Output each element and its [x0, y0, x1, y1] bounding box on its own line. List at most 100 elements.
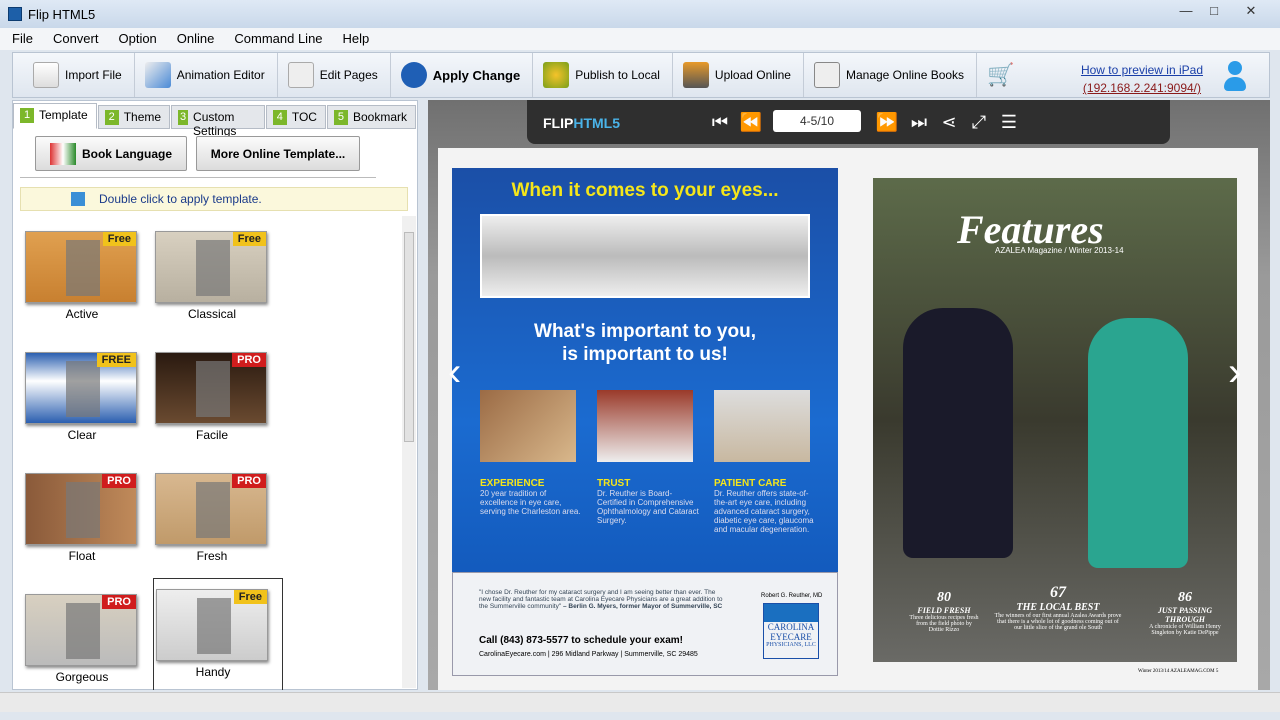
more-online-template-button[interactable]: More Online Template... — [196, 136, 360, 171]
template-fresh[interactable]: PRO Fresh — [153, 463, 283, 579]
template-badge: FREE — [96, 353, 136, 367]
close-button[interactable]: ✕ — [1232, 2, 1270, 20]
page-number-input[interactable]: 4-5/10 — [773, 110, 861, 132]
label: Edit Pages — [319, 68, 378, 82]
doctor-photo — [597, 390, 693, 462]
gears-icon — [543, 62, 570, 88]
template-name: Gorgeous — [55, 670, 109, 684]
upload-online-button[interactable]: Upload Online — [673, 53, 804, 97]
headline: When it comes to your eyes... — [511, 180, 779, 201]
template-thumbnail: PRO — [155, 473, 267, 545]
doctors-photo — [714, 390, 810, 462]
previous-page-icon[interactable]: ⏪ — [739, 112, 763, 133]
tab-theme[interactable]: 2 Theme — [97, 105, 171, 129]
template-thumbnail: PRO — [25, 594, 137, 666]
tab-number: 1 — [20, 108, 34, 123]
tab-template[interactable]: 1 Template — [13, 103, 97, 129]
cart-button[interactable]: 🛒 — [977, 53, 1025, 97]
menu-help[interactable]: Help — [331, 28, 378, 50]
template-gorgeous[interactable]: PRO Gorgeous — [23, 584, 153, 690]
menu-command-line[interactable]: Command Line — [222, 28, 330, 50]
template-badge: PRO — [102, 595, 136, 609]
maximize-button[interactable]: □ — [1200, 2, 1228, 20]
next-page-icon[interactable]: ⏩ — [875, 112, 899, 133]
tab-number: 3 — [178, 110, 189, 125]
template-badge: Free — [233, 590, 267, 604]
menu-convert[interactable]: Convert — [41, 28, 107, 50]
animation-editor-button[interactable]: Animation Editor — [135, 53, 278, 97]
tab-label: Custom Settings — [193, 110, 237, 138]
template-thumbnail: PRO — [155, 352, 267, 424]
info-icon — [71, 192, 85, 206]
previous-arrow-icon[interactable]: ‹ — [448, 350, 461, 395]
ipad-address[interactable]: (192.168.2.241:9094/) — [1081, 79, 1203, 97]
template-thumbnail: FREE — [25, 352, 137, 424]
import-file-button[interactable]: Import File — [13, 53, 135, 97]
ipad-link[interactable]: How to preview in iPad — [1081, 61, 1203, 79]
label: Apply Change — [432, 67, 521, 83]
toolbar: Import File Animation Editor Edit Pages … — [12, 52, 1270, 98]
menu-option[interactable]: Option — [106, 28, 164, 50]
building-photo — [480, 390, 576, 462]
user-icon[interactable] — [1223, 61, 1247, 91]
book-preview: FLIPHTML5 ⏮ ⏪ 4-5/10 ⏩ ⏭ ⋖ ⤢ ☰ When it c… — [428, 100, 1270, 690]
vertical-scrollbar[interactable] — [402, 216, 416, 688]
tab-toc[interactable]: 4 TOC — [265, 105, 326, 129]
tab-custom-settings[interactable]: 3 Custom Settings — [171, 105, 265, 138]
template-thumbnail: PRO — [25, 473, 137, 545]
publish-to-local-button[interactable]: Publish to Local — [533, 53, 673, 97]
apply-change-icon — [400, 62, 427, 88]
cart-icon: 🛒 — [987, 62, 1015, 87]
template-name: Classical — [187, 307, 236, 321]
left-page[interactable]: When it comes to your eyes... What's imp… — [452, 168, 838, 676]
fliphtml5-logo: FLIPHTML5 — [543, 115, 621, 131]
right-page[interactable]: Features AZALEA Magazine / Winter 2013-1… — [873, 178, 1237, 662]
template-classical[interactable]: Free Classical — [153, 221, 283, 337]
feature-67: 67 THE LOCAL BEST The winners of our first… — [994, 584, 1122, 631]
status-bar — [0, 692, 1280, 712]
eyes-photo — [480, 214, 810, 298]
column-experience: EXPERIENCE 20 year tradition of excellenc… — [480, 478, 581, 516]
apply-change-button[interactable]: Apply Change — [391, 53, 534, 97]
template-handy[interactable]: Free Handy — [153, 578, 283, 690]
book-language-button[interactable]: Book Language — [35, 136, 187, 171]
label: Manage Online Books — [845, 68, 965, 82]
fullscreen-icon[interactable]: ⤢ — [967, 112, 991, 133]
ad-footer: "I chose Dr. Reuther for my cataract sur… — [452, 572, 838, 676]
app-icon — [8, 7, 22, 21]
window-title: Flip HTML5 — [28, 7, 96, 22]
label: Publish to Local — [575, 68, 660, 82]
template-float[interactable]: PRO Float — [23, 463, 153, 579]
tab-bookmark[interactable]: 5 Bookmark — [326, 105, 416, 129]
scrollbar-thumb[interactable] — [404, 232, 414, 442]
woman-right — [1088, 318, 1188, 568]
menu-bar: File Convert Option Online Command Line … — [0, 28, 1280, 50]
menu-online[interactable]: Online — [165, 28, 223, 50]
edit-pages-button[interactable]: Edit Pages — [278, 53, 391, 97]
template-thumbnail: Free — [155, 231, 267, 303]
animation-editor-icon — [144, 62, 171, 88]
viewer-toolbar: FLIPHTML5 ⏮ ⏪ 4-5/10 ⏩ ⏭ ⋖ ⤢ ☰ — [527, 100, 1170, 144]
next-arrow-icon[interactable]: › — [1228, 350, 1241, 395]
page-footer: Winter 2013/14 AZALEAMAG.COM 5 — [1138, 669, 1219, 674]
table-of-contents-icon[interactable]: ☰ — [997, 112, 1021, 133]
template-facile[interactable]: PRO Facile — [153, 342, 283, 458]
template-badge: PRO — [102, 474, 136, 488]
last-page-icon[interactable]: ⏭ — [907, 112, 931, 133]
template-badge: PRO — [232, 474, 266, 488]
template-clear[interactable]: FREE Clear — [23, 342, 153, 458]
menu-file[interactable]: File — [0, 28, 41, 50]
info-bar: Double click to apply template. — [20, 187, 408, 211]
template-grid: Free Active Free Classical FREE Clear PRO Facil… — [13, 216, 401, 690]
manage-online-books-button[interactable]: Manage Online Books — [804, 53, 978, 97]
edit-pages-icon — [287, 62, 314, 88]
column-trust: TRUST Dr. Reuther is Board-Certified in C… — [597, 478, 699, 525]
minimize-button[interactable]: — — [1172, 2, 1200, 20]
ipad-preview-link[interactable]: How to preview in iPad (192.168.2.241:909… — [1081, 61, 1203, 97]
first-page-icon[interactable]: ⏮ — [708, 112, 732, 133]
template-active[interactable]: Free Active — [23, 221, 153, 337]
doctor-name: Robert G. Reuther, MD — [761, 593, 823, 599]
share-icon[interactable]: ⋖ — [937, 112, 961, 133]
tab-label: Template — [39, 108, 88, 122]
wrench-icon — [813, 62, 840, 88]
